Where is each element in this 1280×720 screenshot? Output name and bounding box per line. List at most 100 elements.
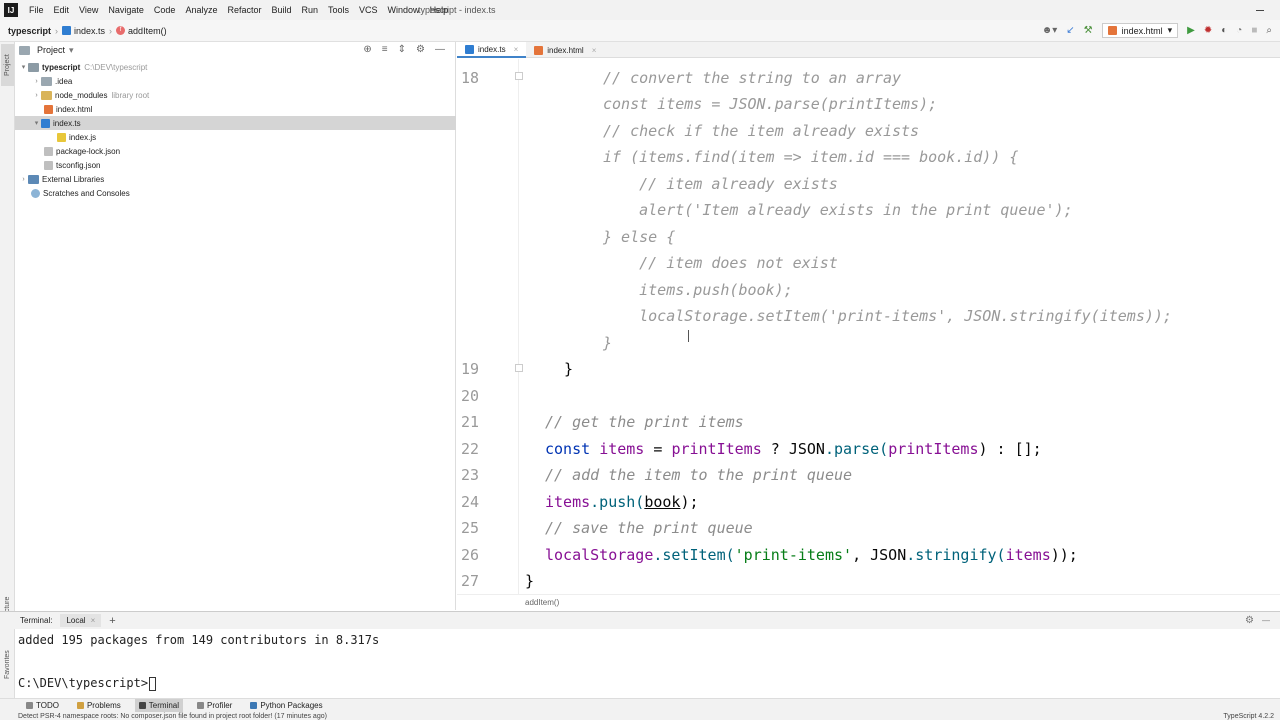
menu-vcs[interactable]: VCS <box>354 5 383 15</box>
tool-python-packages[interactable]: Python Packages <box>246 699 326 712</box>
project-tool-tab[interactable]: Project <box>1 44 14 86</box>
scratch-icon <box>31 188 40 198</box>
tree-item-package-lock[interactable]: package-lock.json <box>15 144 456 158</box>
menu-code[interactable]: Code <box>149 5 181 15</box>
tree-item-index-html[interactable]: index.html <box>15 102 456 116</box>
run-icon[interactable]: ▶ <box>1187 25 1195 36</box>
favorites-tool-tab[interactable]: Favorites <box>1 642 14 688</box>
inline-suggestion-line: // item already exists <box>603 175 838 193</box>
chevron-down-icon[interactable]: ▾ <box>69 45 74 56</box>
search-icon[interactable]: ⌕ <box>1266 25 1272 36</box>
chevron-down-icon[interactable]: ▾ <box>19 63 28 71</box>
editor-breadcrumb[interactable]: addItem() <box>457 594 1280 610</box>
line-number: 24 <box>460 493 479 511</box>
editor-tab-index-ts[interactable]: index.ts × <box>457 42 527 58</box>
terminal-prompt-line[interactable]: C:\DEV\typescript> <box>18 676 157 691</box>
tree-item-typescript[interactable]: ▾ typescript C:\DEV\typescript <box>15 60 456 74</box>
fold-marker-icon[interactable] <box>515 364 523 372</box>
ts-file-icon <box>41 118 50 128</box>
build-hammer-icon[interactable]: ⚒ <box>1084 25 1093 36</box>
minimize-icon[interactable] <box>1256 10 1264 11</box>
menu-edit[interactable]: Edit <box>49 5 75 15</box>
menu-analyze[interactable]: Analyze <box>180 5 222 15</box>
tree-item-idea[interactable]: › .idea <box>15 74 456 88</box>
menu-navigate[interactable]: Navigate <box>103 5 149 15</box>
menu-run[interactable]: Run <box>297 5 324 15</box>
editor-tab-bar: index.ts × index.html × <box>457 42 1280 58</box>
inline-suggestion-line: } else { <box>603 228 676 246</box>
gear-icon[interactable]: ⚙ <box>1245 615 1254 626</box>
editor-tab-label: index.html <box>547 45 584 55</box>
terminal-output[interactable]: added 195 packages from 149 contributors… <box>15 629 1280 698</box>
tree-item-label: node_modules <box>55 90 108 100</box>
code-editor[interactable]: 18 19 20 21 22 23 24 25 26 27 // convert… <box>457 59 1280 594</box>
tool-profiler[interactable]: Profiler <box>193 699 236 712</box>
run-configuration-select[interactable]: index.html ▾ <box>1101 23 1179 38</box>
profile-icon[interactable]: ◔ <box>1236 25 1242 36</box>
status-message[interactable]: Detect PSR-4 namespace roots: No compose… <box>18 713 327 720</box>
vcs-update-icon[interactable]: ↙ <box>1066 25 1074 36</box>
tree-item-path: C:\DEV\typescript <box>84 62 148 72</box>
inline-suggestion-line: // check if the item already exists <box>603 122 920 140</box>
folder-icon <box>19 45 30 55</box>
menu-build[interactable]: Build <box>266 5 296 15</box>
menu-tools[interactable]: Tools <box>323 5 354 15</box>
editor-tab-index-html[interactable]: index.html × <box>526 42 604 58</box>
terminal-tab-local[interactable]: Local × <box>60 614 102 627</box>
ts-file-icon <box>465 44 474 54</box>
code-line-21: // get the print items <box>545 413 744 431</box>
breadcrumb-function[interactable]: f addItem() <box>112 26 171 36</box>
code-line-24: items.push(book); <box>545 493 699 511</box>
inline-suggestion-line: // convert the string to an array <box>603 69 902 87</box>
terminal-header: Terminal: Local × + ⚙ — <box>0 611 1280 629</box>
collapse-all-icon[interactable]: ⇕ <box>398 44 406 55</box>
app-logo-icon: IJ <box>4 3 18 17</box>
coverage-icon[interactable]: ◐ <box>1221 25 1227 36</box>
gear-icon[interactable]: ⚙ <box>416 44 425 55</box>
status-typescript-version[interactable]: TypeScript 4.2.2 <box>1223 712 1274 720</box>
tree-item-index-ts[interactable]: ▾ index.ts <box>15 116 456 130</box>
add-terminal-button[interactable]: + <box>109 615 115 627</box>
close-icon[interactable]: × <box>514 45 519 54</box>
user-icon[interactable]: ☻▾ <box>1042 25 1058 36</box>
tool-problems[interactable]: Problems <box>73 699 125 712</box>
debug-icon[interactable]: ✹ <box>1204 25 1212 36</box>
chevron-down-icon[interactable]: ▾ <box>32 119 41 127</box>
breadcrumb-project[interactable]: typescript <box>0 26 55 36</box>
todo-icon <box>26 702 33 709</box>
menu-view[interactable]: View <box>74 5 103 15</box>
tree-item-label: index.html <box>56 104 93 114</box>
code-line-25: // save the print queue <box>545 519 753 537</box>
editor-tab-label: index.ts <box>478 44 506 54</box>
terminal-caret <box>149 676 157 691</box>
menu-refactor[interactable]: Refactor <box>222 5 266 15</box>
tree-item-external-libraries[interactable]: › External Libraries <box>15 172 456 186</box>
status-bar: Detect PSR-4 namespace roots: No compose… <box>0 712 1280 720</box>
tool-terminal[interactable]: Terminal <box>134 699 183 712</box>
menu-file[interactable]: File <box>24 5 49 15</box>
close-icon[interactable]: × <box>592 46 597 55</box>
terminal-title: Terminal: <box>20 616 53 625</box>
project-panel-title[interactable]: Project <box>37 45 65 55</box>
tree-item-scratches[interactable]: Scratches and Consoles <box>15 186 456 200</box>
tree-item-node-modules[interactable]: › node_modules library root <box>15 88 456 102</box>
chevron-right-icon[interactable]: › <box>19 176 28 183</box>
hide-icon[interactable]: — <box>435 44 445 55</box>
stop-icon[interactable]: ■ <box>1251 25 1257 36</box>
tree-item-tsconfig[interactable]: tsconfig.json <box>15 158 456 172</box>
breadcrumb-file[interactable]: index.ts <box>58 26 109 36</box>
line-number: 21 <box>460 413 479 431</box>
tree-item-index-js[interactable]: index.js <box>15 130 456 144</box>
expand-all-icon[interactable]: ≡ <box>382 44 388 55</box>
fold-marker-icon[interactable] <box>515 72 523 80</box>
inline-suggestion-line: const items = JSON.parse(printItems); <box>603 95 938 113</box>
html-file-icon <box>534 45 544 55</box>
inline-suggestion-line: items.push(book); <box>603 281 793 299</box>
chevron-right-icon[interactable]: › <box>32 78 41 85</box>
tool-todo[interactable]: TODO <box>22 699 63 712</box>
hide-icon[interactable]: — <box>1262 616 1270 625</box>
chevron-right-icon[interactable]: › <box>32 92 41 99</box>
tree-item-note: library root <box>111 90 150 100</box>
close-icon[interactable]: × <box>91 616 96 625</box>
locate-icon[interactable]: ⊕ <box>363 44 371 55</box>
